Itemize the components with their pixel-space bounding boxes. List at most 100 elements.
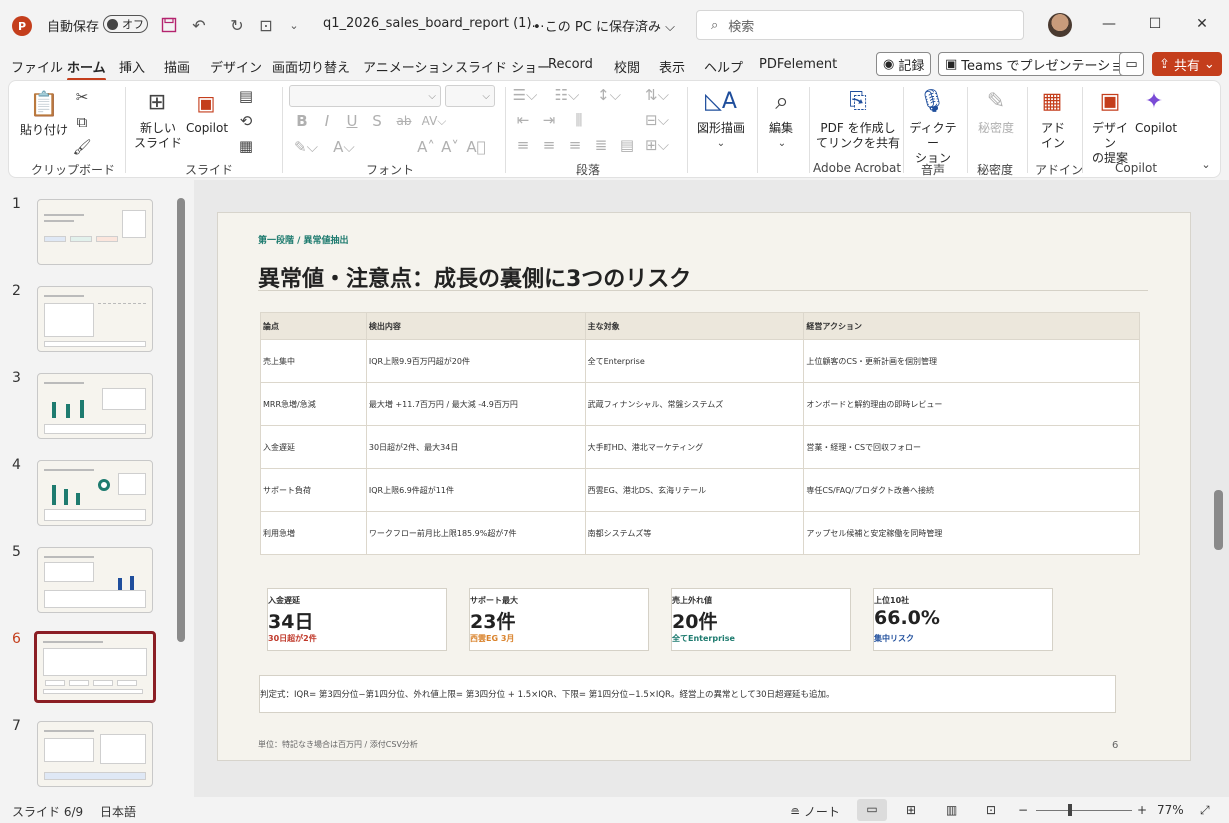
shapes-button[interactable]: 図形描画 xyxy=(693,121,749,136)
microphone-icon[interactable]: 🎙 xyxy=(917,85,947,117)
designer-icon[interactable]: ▣ xyxy=(1095,85,1125,117)
tab-home[interactable]: ホーム xyxy=(67,57,106,81)
slide-thumbnail-1[interactable] xyxy=(37,199,153,265)
tab-insert[interactable]: 挿入 xyxy=(119,57,145,76)
zoom-slider[interactable] xyxy=(1036,810,1132,811)
text-direction-icon[interactable]: ⇅⌵ xyxy=(645,85,669,105)
bold-icon[interactable]: B xyxy=(293,111,311,131)
tab-design[interactable]: デザイン xyxy=(210,57,262,76)
tab-pdfelement[interactable]: PDFelement xyxy=(759,57,837,72)
numbering-icon[interactable]: ☷⌵ xyxy=(555,85,580,105)
zoom-level[interactable]: 77% xyxy=(1157,803,1184,817)
zoom-slider-thumb[interactable] xyxy=(1068,804,1072,816)
tab-slideshow[interactable]: スライド ショー xyxy=(455,57,550,76)
editor-scrollbar[interactable] xyxy=(1214,490,1223,550)
align-center-icon[interactable]: ≡ xyxy=(539,135,559,155)
copilot-icon[interactable]: ✦ xyxy=(1139,85,1169,117)
zoom-out-icon[interactable]: − xyxy=(1018,803,1028,817)
layout-icon[interactable]: ▤ xyxy=(237,87,255,105)
document-title[interactable]: q1_2026_sales_board_report (1)… xyxy=(323,16,545,31)
tab-help[interactable]: ヘルプ xyxy=(704,57,743,76)
italic-icon[interactable]: I xyxy=(318,111,336,131)
record-button[interactable]: ◉ 記録 xyxy=(876,52,932,76)
align-right-icon[interactable]: ≡ xyxy=(565,135,585,155)
decrease-indent-icon[interactable]: ⇤ xyxy=(513,110,533,130)
slide-thumbnail-5[interactable] xyxy=(37,547,153,613)
search-box[interactable]: ⌕ 検索 xyxy=(696,10,1024,40)
collapse-ribbon-icon[interactable]: ⌄ xyxy=(1199,157,1213,171)
copilot-slide-icon[interactable]: ▣ xyxy=(191,89,221,117)
dictate-button[interactable]: ディクテー ション xyxy=(905,121,961,166)
paste-button[interactable]: 貼り付け xyxy=(19,123,69,138)
current-slide[interactable]: 第一段階 / 異常値抽出 異常値・注意点：成長の裏側に3つのリスク 論点 検出内… xyxy=(217,212,1191,761)
new-slide-icon[interactable]: ⊞ xyxy=(141,87,173,117)
create-pdf-button[interactable]: PDF を作成し てリンクを共有 xyxy=(815,121,901,151)
notes-button[interactable]: ≘ ノート xyxy=(790,803,840,820)
close-icon[interactable]: ✕ xyxy=(1180,10,1224,38)
undo-icon[interactable]: ↶ xyxy=(188,14,210,36)
language-indicator[interactable]: 日本語 xyxy=(100,803,136,820)
tab-file[interactable]: ファイル xyxy=(11,57,63,76)
increase-indent-icon[interactable]: ⇥ xyxy=(539,110,559,130)
designer-button[interactable]: デザイン の提案 xyxy=(1087,121,1133,166)
slide-thumbnail-6[interactable] xyxy=(34,631,156,703)
section-icon[interactable]: ▦ xyxy=(237,137,255,155)
find-icon[interactable]: ⌕ xyxy=(765,85,799,117)
save-icon[interactable] xyxy=(158,14,180,36)
shapes-icon[interactable]: ◺A xyxy=(703,85,739,117)
columns-icon[interactable]: ⫼ xyxy=(569,110,589,130)
share-button[interactable]: ⇪ 共有 ⌄ xyxy=(1152,52,1222,76)
teams-present-button[interactable]: ▣ Teams でプレゼンテーション xyxy=(938,52,1144,76)
copilot-button[interactable]: Copilot xyxy=(1133,121,1179,136)
underline-icon[interactable]: U xyxy=(343,111,361,131)
tab-view[interactable]: 表示 xyxy=(659,57,685,76)
pdf-link-icon[interactable]: ⎘ xyxy=(843,85,873,117)
strikethrough-icon[interactable]: ab xyxy=(393,111,415,131)
new-slide-button[interactable]: 新しい スライド xyxy=(133,121,183,151)
paste-icon[interactable]: 📋 xyxy=(29,87,59,121)
font-name-combo[interactable]: ⌵ xyxy=(289,85,441,107)
customize-qat-icon[interactable]: ⌄ xyxy=(283,14,305,36)
format-painter-icon[interactable]: 🖌 xyxy=(72,137,92,157)
font-color-icon[interactable]: A⌵ xyxy=(331,137,357,157)
reading-view-icon[interactable]: ▥ xyxy=(946,803,957,817)
distributed-icon[interactable]: ▤ xyxy=(617,135,637,155)
char-spacing-icon[interactable]: AV⌵ xyxy=(419,111,449,131)
normal-view-icon[interactable]: ▭ xyxy=(857,799,887,821)
redo-icon[interactable]: ↻ xyxy=(226,14,248,36)
copy-icon[interactable]: ⧉ xyxy=(72,112,92,132)
bullets-icon[interactable]: ☰⌵ xyxy=(513,85,538,105)
shadow-icon[interactable]: S xyxy=(368,111,386,131)
edit-button[interactable]: 編集 xyxy=(761,121,801,136)
sensitivity-icon[interactable]: ✎ xyxy=(981,85,1011,117)
tab-animations[interactable]: アニメーション xyxy=(363,57,453,76)
slide-thumbnail-3[interactable] xyxy=(37,373,153,439)
tab-transitions[interactable]: 画面切り替え xyxy=(272,57,350,76)
addins-button[interactable]: アド イン xyxy=(1033,121,1073,151)
reset-icon[interactable]: ⟲ xyxy=(237,112,255,130)
align-text-icon[interactable]: ⊟⌵ xyxy=(645,110,669,130)
clear-format-icon[interactable]: A⃠ xyxy=(466,137,485,157)
cut-icon[interactable]: ✂ xyxy=(72,87,92,107)
tab-record[interactable]: Record xyxy=(548,57,593,72)
highlight-icon[interactable]: ✎⌵ xyxy=(293,137,319,157)
maximize-icon[interactable]: ☐ xyxy=(1133,10,1177,38)
addins-icon[interactable]: ▦ xyxy=(1037,85,1067,117)
grow-font-icon[interactable]: A˄ xyxy=(417,137,435,157)
slide-thumbnail-7[interactable] xyxy=(37,721,153,787)
slide-thumbnail-2[interactable] xyxy=(37,286,153,352)
shrink-font-icon[interactable]: A˅ xyxy=(441,137,459,157)
fit-slide-icon[interactable]: ⤢ xyxy=(1200,803,1210,818)
sensitivity-button[interactable]: 秘密度 xyxy=(973,121,1019,136)
tab-draw[interactable]: 描画 xyxy=(164,57,190,76)
slide-thumbnail-4[interactable] xyxy=(37,460,153,526)
align-left-icon[interactable]: ≡ xyxy=(513,135,533,155)
slideshow-view-icon[interactable]: ⊡ xyxy=(986,803,996,817)
font-size-combo[interactable]: ⌵ xyxy=(445,85,495,107)
smartart-icon[interactable]: ⊞⌵ xyxy=(645,135,669,155)
autosave-toggle[interactable]: オフ xyxy=(103,15,148,33)
justify-icon[interactable]: ≣ xyxy=(591,135,611,155)
user-avatar[interactable] xyxy=(1048,13,1072,37)
minimize-icon[interactable]: — xyxy=(1087,10,1131,38)
zoom-in-icon[interactable]: + xyxy=(1137,803,1147,817)
